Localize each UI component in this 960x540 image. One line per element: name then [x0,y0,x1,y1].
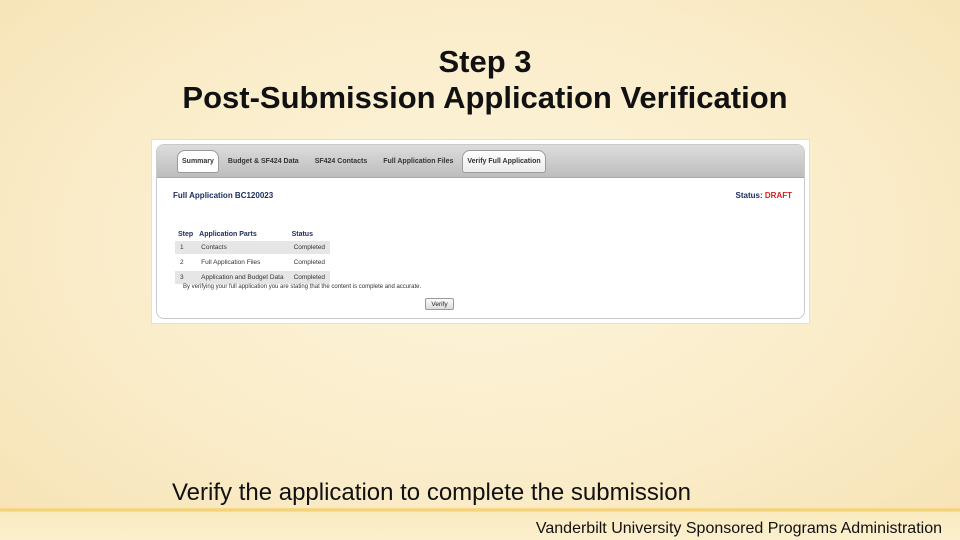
step-cell: 3 [175,271,197,284]
slide-title-line1: Step 3 [438,44,532,79]
verify-note: By verifying your full application you a… [183,284,422,290]
step-cell: 2 [180,259,184,266]
status-line: Status: DRAFT [736,191,792,200]
application-heading: Full Application BC120023 [173,191,274,200]
tab-budget-sf424-data[interactable]: Budget & SF424 Data [221,152,306,171]
tab-verify-full-application[interactable]: Verify Full Application [462,149,546,173]
footer-text: Vanderbilt University Sponsored Programs… [535,520,942,537]
status-badge: DRAFT [764,191,792,200]
tab-summary[interactable]: Summary [177,149,219,173]
status-cell: Completed [293,259,326,266]
app-frame: Summary Budget & SF424 Data SF424 Contac… [156,144,805,319]
tab-full-application-files[interactable]: Full Application Files [376,152,460,171]
table-row: 3 Application and Budget Data Completed [175,271,331,284]
application-parts-table: Step Application Parts Status 1 Contacts… [175,228,331,286]
status-cell: Completed [288,271,331,284]
column-header-status: Status [291,231,313,238]
slide-title-line2: Post-Submission Application Verification [182,80,788,115]
part-cell: Full Application Files [201,259,261,266]
status-label: Status: [735,191,763,200]
verify-button[interactable]: Verify [425,298,454,310]
status-cell: Completed [288,241,331,254]
part-cell: Application and Budget Data [196,271,289,284]
slide-title: Step 3 Post-Submission Application Verif… [0,44,960,116]
slide-caption: Verify the application to complete the s… [172,479,691,506]
application-screenshot: Summary Budget & SF424 Data SF424 Contac… [152,140,809,323]
table-row: 2 Full Application Files Completed [175,256,330,269]
part-cell: Contacts [196,241,289,254]
step-cell: 1 [175,241,197,254]
tab-bar: Summary Budget & SF424 Data SF424 Contac… [157,145,804,178]
table-header-row: Step Application Parts Status [175,230,330,239]
table-row: 1 Contacts Completed [175,241,331,254]
column-header-parts: Application Parts [199,231,257,238]
column-header-step: Step [178,231,194,238]
tab-sf424-contacts[interactable]: SF424 Contacts [308,152,375,171]
